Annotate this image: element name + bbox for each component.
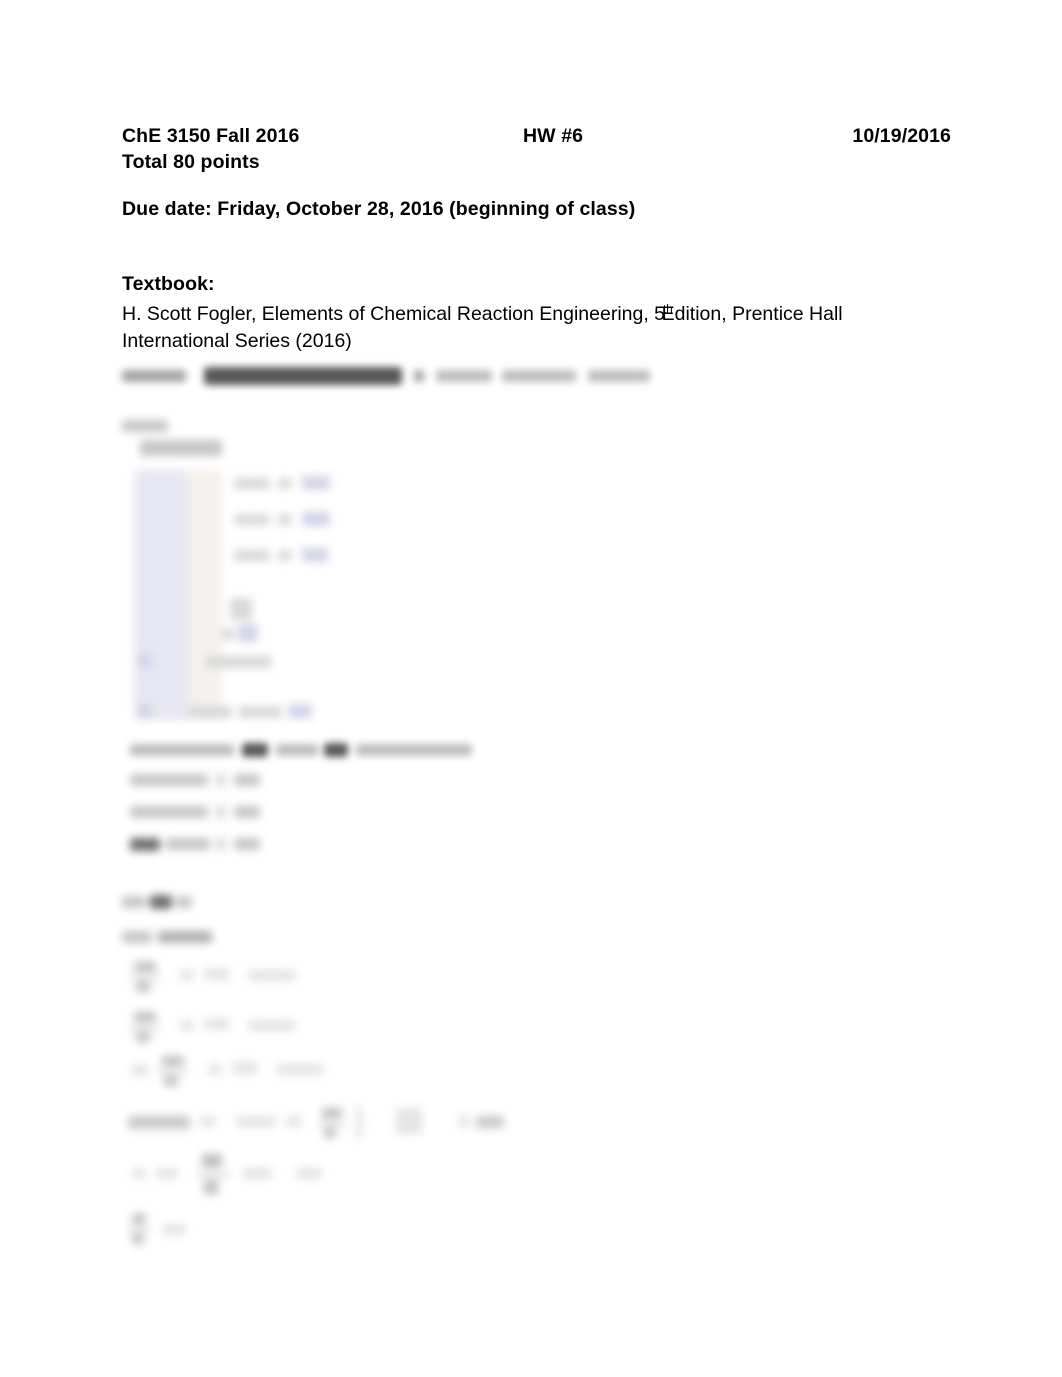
textbook-reference-part-a: H. Scott Fogler, Elements of Chemical Re… bbox=[122, 303, 666, 325]
textbook-label: Textbook: bbox=[122, 273, 215, 295]
course-title: ChE 3150 Fall 2016 bbox=[122, 125, 300, 147]
total-points: Total 80 points bbox=[122, 151, 260, 173]
assignment-title: HW #6 bbox=[523, 125, 584, 147]
document-page: ChE 3150 Fall 2016 HW #6 10/19/2016 Tota… bbox=[0, 0, 1062, 1377]
due-date-block: Due date: Friday, October 28, 2016 (begi… bbox=[122, 196, 951, 222]
obscured-answer-lines bbox=[126, 770, 326, 866]
textbook-reference-line2: International Series (2016) bbox=[122, 330, 352, 352]
textbook-block: Textbook: H. Scott Fogler, Elements of C… bbox=[122, 271, 951, 355]
obscured-derivation-block bbox=[118, 958, 638, 1258]
ordinal-superscript: th bbox=[663, 304, 673, 316]
obscured-data-table bbox=[126, 436, 456, 736]
obscured-solution-label-2 bbox=[118, 925, 258, 953]
due-date-line: Due date: Friday, October 28, 2016 (begi… bbox=[122, 198, 636, 220]
header-row-secondary: Total 80 points bbox=[122, 149, 951, 175]
obscured-problem-1-statement bbox=[118, 362, 678, 394]
obscured-question-line bbox=[126, 738, 496, 764]
obscured-solution-label bbox=[118, 414, 208, 440]
header-block: ChE 3150 Fall 2016 HW #6 10/19/2016 Tota… bbox=[122, 123, 951, 175]
textbook-reference: H. Scott Fogler, Elements of Chemical Re… bbox=[122, 297, 951, 355]
textbook-reference-part-b: Edition, Prentice Hall bbox=[661, 303, 843, 325]
assignment-date: 10/19/2016 bbox=[852, 125, 951, 147]
obscured-problem-2-label bbox=[118, 890, 238, 918]
header-row-primary: ChE 3150 Fall 2016 HW #6 10/19/2016 bbox=[122, 123, 951, 149]
